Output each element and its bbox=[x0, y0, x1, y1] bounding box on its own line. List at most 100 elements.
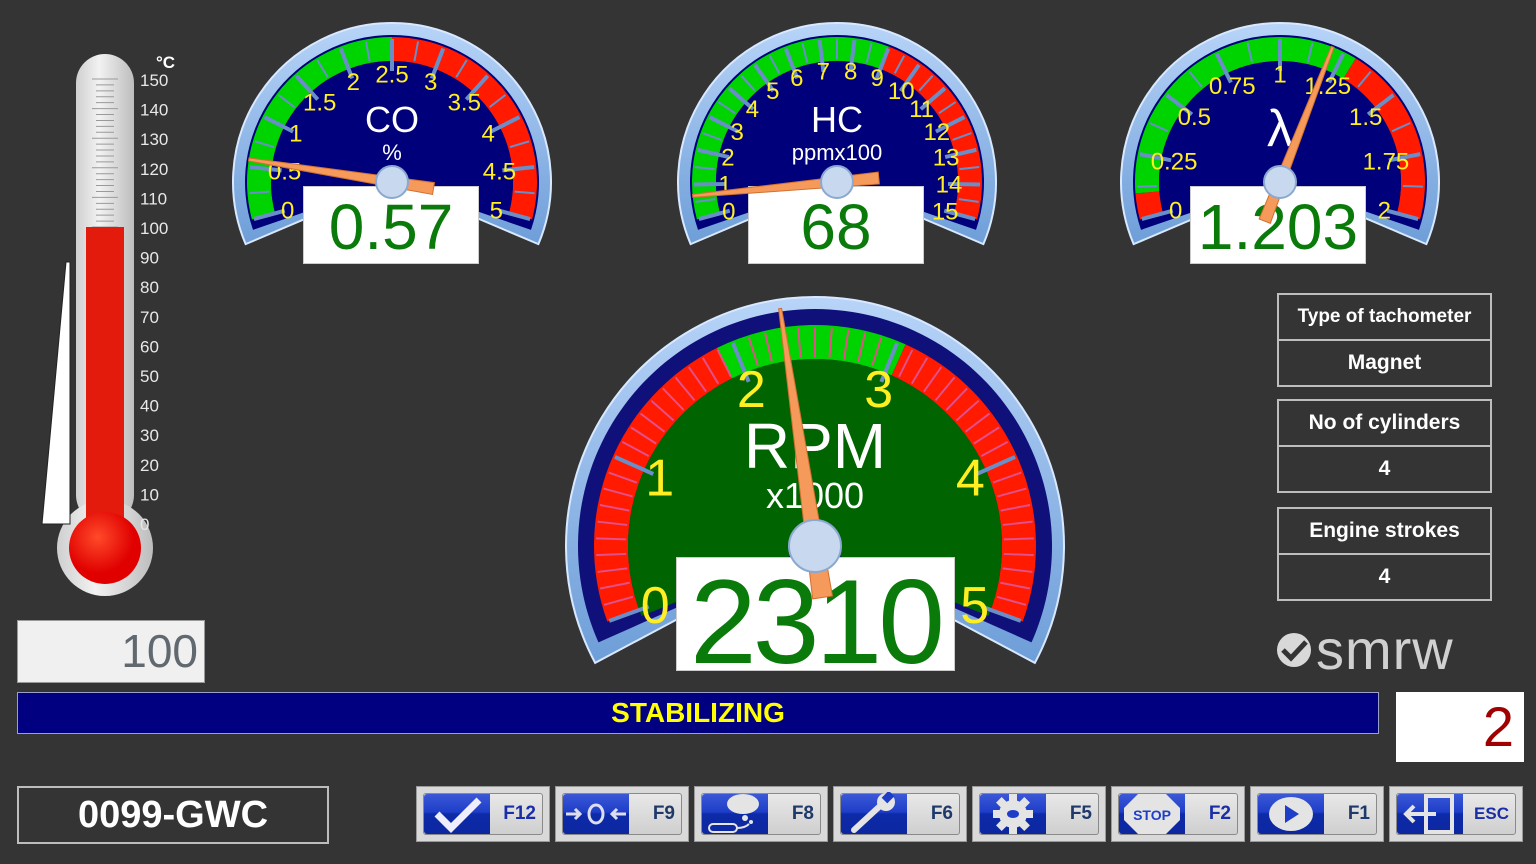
thermometer-label: 90 bbox=[140, 249, 159, 268]
engine-strokes-label: Engine strokes bbox=[1309, 519, 1460, 542]
exit-icon bbox=[1403, 794, 1454, 834]
gauge-title: CO bbox=[365, 99, 419, 140]
gauge-title: λ bbox=[1267, 100, 1293, 158]
wrench-icon bbox=[851, 792, 895, 833]
thermometer-label: 130 bbox=[140, 130, 168, 149]
gauge-scale-label: 1.5 bbox=[303, 89, 336, 116]
gauge-scale-label: 9 bbox=[870, 65, 883, 92]
gauge-scale-label: 3 bbox=[731, 119, 744, 146]
exhaust-smoke-icon bbox=[708, 794, 759, 833]
gauge-scale-label: 7 bbox=[817, 58, 830, 85]
gauge-unit: % bbox=[382, 140, 402, 165]
gauge-scale-label: 13 bbox=[933, 144, 960, 171]
gauge-scale-label: 4 bbox=[956, 450, 985, 508]
cylinders-value[interactable]: 4 bbox=[1279, 445, 1490, 491]
cylinders-box: No of cylinders 4 bbox=[1277, 399, 1492, 493]
gauge-scale-label: 15 bbox=[932, 199, 959, 226]
settings-button[interactable]: F5 bbox=[972, 786, 1106, 842]
thermometer-label: 110 bbox=[140, 189, 167, 208]
gauge-tick bbox=[596, 537, 627, 541]
gear-icon bbox=[993, 794, 1033, 834]
thermometer-label: 80 bbox=[140, 278, 159, 297]
gauge-tick bbox=[596, 552, 627, 557]
tools-button[interactable]: F6 bbox=[833, 786, 967, 842]
gauge-scale-label: 2 bbox=[721, 144, 734, 171]
thermometer-graphic: °C 1501401301201101009080706050403020100 bbox=[41, 53, 175, 596]
gauge-title: RPM bbox=[744, 410, 886, 482]
brand-check-icon bbox=[1277, 633, 1311, 667]
thermometer-label: 140 bbox=[140, 101, 168, 120]
exhaust-test-button[interactable]: F8 bbox=[694, 786, 828, 842]
gauge-scale-label: 3.5 bbox=[448, 89, 481, 116]
gauge-scale-label: 0 bbox=[641, 577, 670, 635]
gauge-tick bbox=[1402, 185, 1423, 188]
brand-name: smrw bbox=[1316, 618, 1454, 681]
gauge-scale-label: 0.75 bbox=[1209, 73, 1256, 100]
engine-strokes-value[interactable]: 4 bbox=[1279, 553, 1490, 599]
thermometer-pointer bbox=[41, 261, 71, 525]
thermometer-level bbox=[86, 227, 124, 553]
license-plate[interactable]: 0099-GWC bbox=[17, 786, 329, 844]
start-button[interactable]: F1 bbox=[1250, 786, 1384, 842]
thermometer-label: 150 bbox=[140, 71, 168, 90]
thermometer-label: 120 bbox=[140, 160, 168, 179]
thermometer-label: 70 bbox=[140, 308, 159, 327]
rpm-readout: 2310 bbox=[676, 557, 955, 686]
thermometer-bulb bbox=[69, 512, 141, 584]
gauge-scale-label: 0.25 bbox=[1151, 149, 1198, 176]
gauge-scale-label: 2 bbox=[1378, 198, 1391, 225]
lambda-readout: 1.203 bbox=[1190, 186, 1366, 264]
gauge-tick bbox=[1003, 552, 1034, 557]
status-bar: STABILIZING bbox=[17, 692, 1379, 734]
gauge-scale-label: 1.75 bbox=[1363, 149, 1410, 176]
thermometer-label: 60 bbox=[140, 337, 159, 356]
gauge-scale-label: 8 bbox=[844, 58, 857, 85]
gauge-scale-label: 1 bbox=[718, 172, 731, 199]
gauge-scale-label: 0 bbox=[722, 199, 735, 226]
tachometer-type-label: Type of tachometer bbox=[1297, 306, 1472, 327]
svg-text:STOP: STOP bbox=[1133, 807, 1171, 823]
thermometer-label: 20 bbox=[140, 456, 159, 475]
gauge-scale-label: 12 bbox=[923, 119, 950, 146]
hc-readout: 68 bbox=[748, 186, 924, 264]
gauge-scale-label: 5 bbox=[766, 78, 779, 105]
zero-calibrate-icon bbox=[566, 803, 626, 825]
play-icon bbox=[1269, 797, 1313, 831]
gauge-tick bbox=[1137, 185, 1158, 188]
gauge-scale-label: 3 bbox=[424, 69, 437, 96]
gauge-scale-label: 5 bbox=[490, 198, 503, 225]
gauge-scale-label: 1.25 bbox=[1304, 73, 1351, 100]
gauge-scale-label: 1 bbox=[645, 450, 674, 508]
gauge-scale-label: 2.5 bbox=[375, 62, 408, 89]
gauge-scale-label: 2 bbox=[347, 69, 360, 96]
gauge-scale-label: 1 bbox=[289, 121, 302, 148]
cylinders-label: No of cylinders bbox=[1308, 411, 1461, 434]
zero-calibrate-button[interactable]: F9 bbox=[555, 786, 689, 842]
stop-icon: STOP bbox=[1124, 794, 1180, 834]
thermometer-label: 40 bbox=[140, 397, 159, 416]
gauge-scale-label: 1 bbox=[1273, 62, 1286, 89]
tachometer-type-value[interactable]: Magnet bbox=[1279, 339, 1490, 385]
exit-button[interactable]: ESC bbox=[1389, 786, 1523, 842]
gauge-scale-label: 0.5 bbox=[268, 158, 301, 185]
gauge-scale-label: 14 bbox=[936, 172, 963, 199]
gauge-scale-label: 0.5 bbox=[1178, 104, 1211, 131]
gauge-scale-label: 4 bbox=[482, 121, 495, 148]
temperature-readout: 100 bbox=[17, 620, 205, 683]
thermometer-label: 30 bbox=[140, 426, 159, 445]
gauge-title: HC bbox=[811, 99, 863, 140]
confirm-button[interactable]: F12 bbox=[416, 786, 550, 842]
gauge-scale-label: 0 bbox=[281, 198, 294, 225]
stop-button[interactable]: STOP F2 bbox=[1111, 786, 1245, 842]
check-icon bbox=[434, 797, 482, 833]
thermometer-label: 0 bbox=[140, 515, 149, 534]
tachometer-type-box: Type of tachometer Magnet bbox=[1277, 293, 1492, 387]
co-readout: 0.57 bbox=[303, 186, 479, 264]
thermometer-label: 50 bbox=[140, 367, 159, 386]
gauge-tick bbox=[1003, 537, 1034, 541]
gauge-unit: ppmx100 bbox=[792, 140, 883, 165]
gauge-scale-label: 5 bbox=[960, 577, 989, 635]
gauge-scale-label: 1.5 bbox=[1349, 104, 1382, 131]
cycle-counter: 2 bbox=[1396, 692, 1524, 762]
thermometer-unit: °C bbox=[156, 53, 175, 72]
